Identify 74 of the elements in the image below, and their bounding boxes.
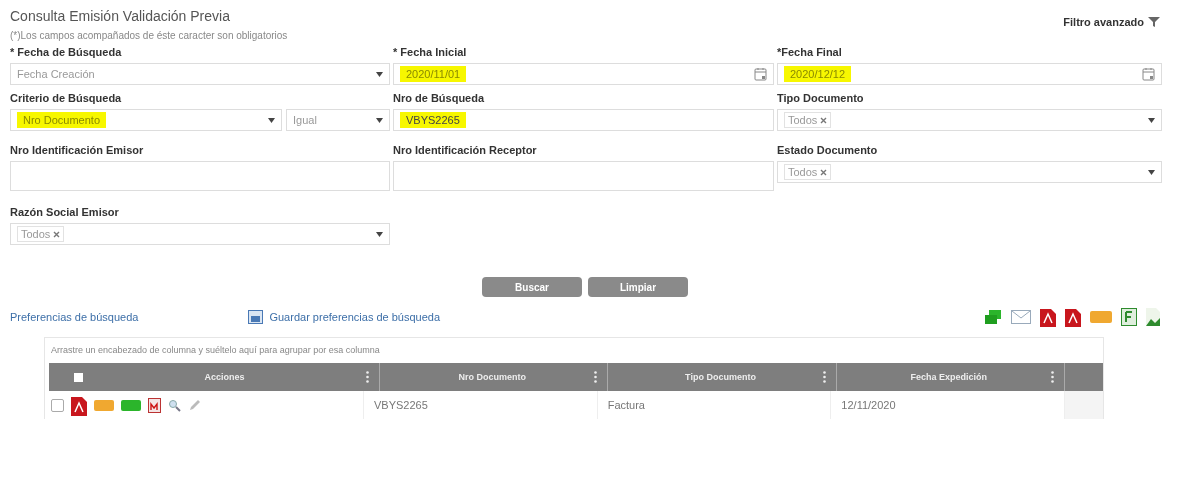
mail-icon[interactable] bbox=[1011, 310, 1031, 324]
column-menu-icon[interactable] bbox=[366, 371, 369, 383]
pencil-icon[interactable] bbox=[188, 398, 202, 412]
field-value: VBYS2265 bbox=[400, 112, 466, 128]
multiselect-field[interactable]: Todos bbox=[777, 161, 1162, 183]
copy-icon[interactable] bbox=[984, 309, 1002, 325]
caret-icon bbox=[1148, 169, 1155, 175]
field-label: Nro Identificación Emisor bbox=[10, 143, 145, 157]
image-icon[interactable] bbox=[1146, 308, 1160, 326]
pdf-icon[interactable] bbox=[1040, 307, 1056, 327]
multiselect-field[interactable]: Todos bbox=[777, 109, 1162, 131]
caret-icon bbox=[376, 117, 383, 123]
field-value: 2020/11/01 bbox=[400, 66, 467, 82]
clear-button[interactable]: Limpiar bbox=[588, 277, 688, 297]
select-all-checkbox[interactable] bbox=[74, 372, 83, 382]
tag-chip[interactable]: Todos bbox=[784, 164, 832, 180]
pdf-icon[interactable] bbox=[1065, 307, 1081, 327]
date-field[interactable]: 2020/12/12 bbox=[777, 63, 1162, 85]
advanced-filter-button[interactable]: Filtro avanzado bbox=[1063, 8, 1160, 28]
calendar-icon[interactable] bbox=[754, 67, 767, 81]
field-label: Nro de Búsqueda bbox=[393, 91, 486, 105]
input-field[interactable] bbox=[393, 161, 774, 191]
column-menu-icon[interactable] bbox=[1051, 371, 1054, 383]
excel-icon[interactable] bbox=[1121, 308, 1137, 326]
field-label: * Fecha de Búsqueda bbox=[10, 45, 123, 59]
column-header[interactable]: Acciones bbox=[49, 363, 380, 391]
field-label: Criterio de Búsqueda bbox=[10, 91, 123, 105]
field-label: * Fecha Inicial bbox=[393, 45, 468, 59]
filter-icon bbox=[1148, 16, 1160, 28]
field-label: Razón Social Emisor bbox=[10, 205, 120, 219]
header-filler bbox=[1065, 363, 1103, 391]
field-value: 2020/12/12 bbox=[784, 66, 852, 82]
field-value: Nro Documento bbox=[17, 112, 107, 128]
caret-icon bbox=[1148, 117, 1155, 123]
input-field[interactable] bbox=[10, 161, 390, 191]
scrollbar[interactable] bbox=[1065, 391, 1103, 419]
column-header[interactable]: Fecha Expedición bbox=[836, 363, 1065, 391]
caret-icon bbox=[376, 231, 383, 237]
pdf-icon[interactable] bbox=[71, 394, 87, 416]
group-hint: Arrastre un encabezado de columna y suéltelo aquí para agrupar por esa columna bbox=[50, 344, 381, 357]
column-menu-icon[interactable] bbox=[594, 371, 598, 383]
remove-icon[interactable] bbox=[820, 168, 828, 176]
table-cell: VBYS2265 bbox=[364, 391, 598, 419]
select-field[interactable]: Fecha Creación bbox=[10, 63, 390, 85]
select-field[interactable]: Nro Documento bbox=[10, 109, 282, 131]
date-field[interactable]: 2020/11/01 bbox=[393, 63, 774, 85]
save-icon[interactable] bbox=[248, 310, 264, 324]
field-label: Estado Documento bbox=[777, 143, 879, 157]
operator-select[interactable]: Igual bbox=[286, 109, 390, 131]
save-preferences-link[interactable]: Guardar preferencias de búsqueda bbox=[269, 311, 441, 323]
column-menu-icon[interactable] bbox=[822, 371, 826, 383]
row-checkbox[interactable] bbox=[51, 398, 64, 412]
tag-chip[interactable]: Todos bbox=[784, 112, 832, 128]
column-header[interactable]: Tipo Documento bbox=[608, 363, 837, 391]
remove-icon[interactable] bbox=[820, 116, 828, 124]
search-button[interactable]: Buscar bbox=[482, 277, 582, 297]
page-title: Consulta Emisión Validación Previa bbox=[10, 8, 231, 24]
field-label: Nro Identificación Receptor bbox=[393, 143, 538, 157]
field-value: Igual bbox=[293, 114, 317, 126]
table-cell: Factura bbox=[597, 391, 832, 419]
document-icon[interactable] bbox=[148, 397, 161, 413]
multiselect-field[interactable]: Todos bbox=[10, 223, 390, 245]
calendar-icon[interactable] bbox=[1142, 67, 1155, 81]
input-field[interactable]: VBYS2265 bbox=[393, 109, 774, 131]
caret-icon bbox=[376, 71, 383, 77]
column-header[interactable]: Nro Documento bbox=[380, 363, 609, 391]
field-label: *Fecha Final bbox=[777, 45, 843, 59]
remove-icon[interactable] bbox=[53, 230, 61, 238]
caret-icon bbox=[268, 117, 275, 123]
search-icon[interactable] bbox=[168, 398, 181, 412]
required-note: (*)Los campos acompañados de éste caracter son obligatorios bbox=[10, 30, 288, 41]
preferences-link[interactable]: Preferencias de búsqueda bbox=[10, 311, 139, 323]
field-label: Tipo Documento bbox=[777, 91, 865, 105]
tag-chip[interactable]: Todos bbox=[17, 226, 65, 242]
